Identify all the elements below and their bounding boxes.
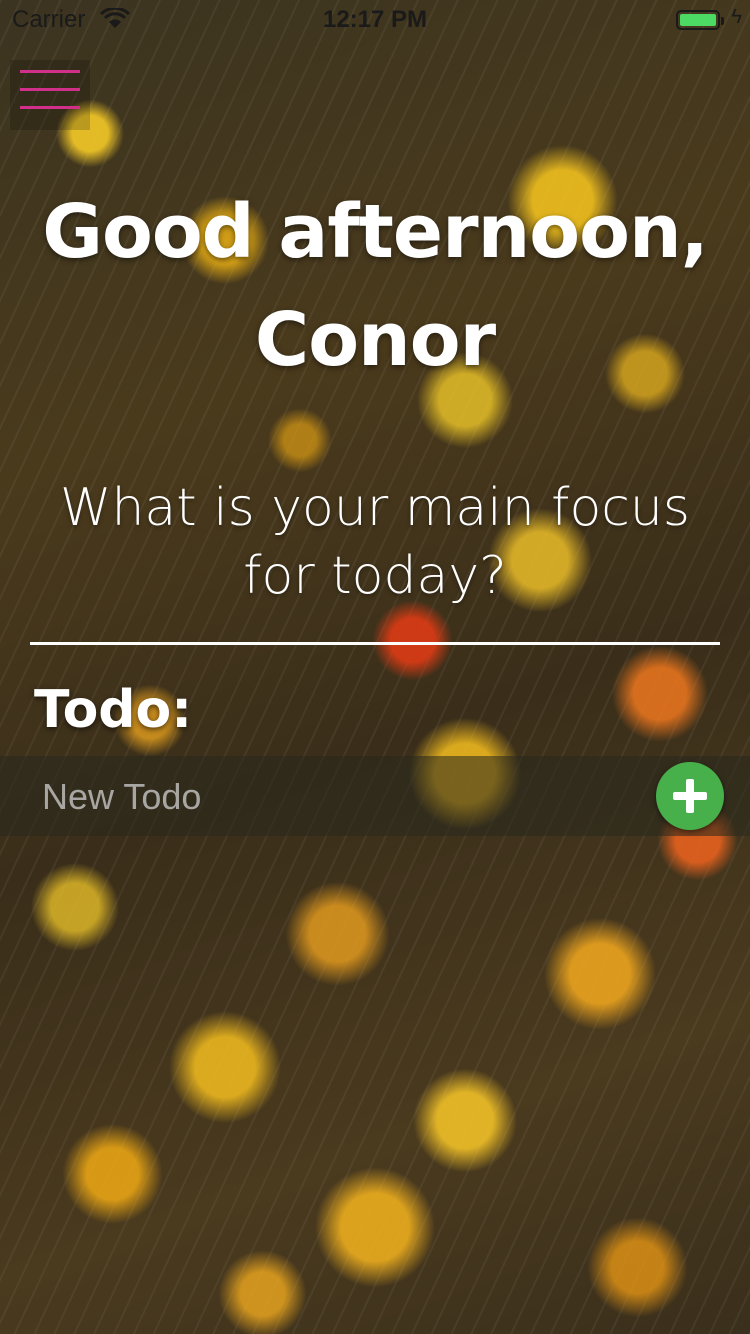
- status-bar: Carrier 12:17 PM ϟ: [0, 0, 750, 40]
- user-name: Conor: [254, 297, 496, 383]
- focus-question-line: What is your main focus: [60, 478, 690, 538]
- focus-question-line: for today?: [243, 546, 507, 606]
- todo-heading: Todo:: [34, 680, 193, 740]
- status-time: 12:17 PM: [322, 6, 428, 33]
- focus-question: What is your main focus for today?: [40, 474, 710, 610]
- battery-level: [680, 14, 716, 26]
- add-todo-button[interactable]: [656, 762, 724, 830]
- menu-button[interactable]: [10, 60, 90, 130]
- new-todo-input[interactable]: [40, 772, 624, 822]
- bolt-icon: ϟ: [731, 6, 742, 28]
- greeting-line: Good afternoon,: [42, 189, 709, 275]
- focus-input[interactable]: [30, 620, 720, 645]
- battery-icon: [676, 10, 724, 30]
- greeting-heading: Good afternoon, Conor: [0, 178, 750, 394]
- new-todo-row: [0, 756, 750, 836]
- plus-icon: [656, 762, 724, 830]
